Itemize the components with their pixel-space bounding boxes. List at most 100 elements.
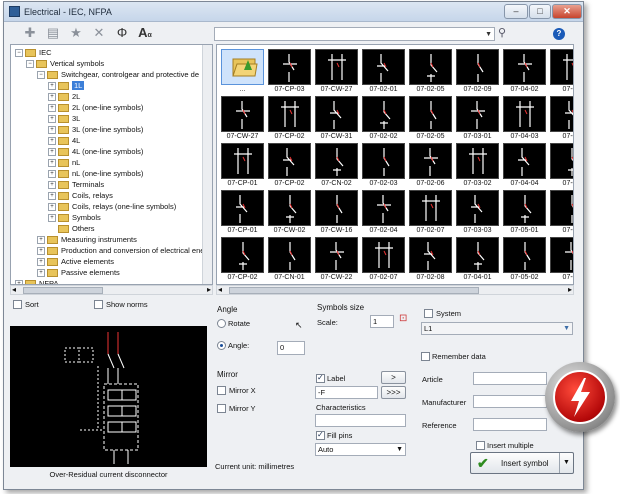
symbol-tile[interactable]: 07-CP-02 [268,143,311,188]
mirror-y-checkbox[interactable] [217,404,226,413]
chevron-down-icon[interactable]: ▼ [396,444,403,456]
tree-node[interactable]: +2L (one-line symbols) [48,102,143,113]
grid-scroll-thumb[interactable] [229,287,479,294]
tree-node[interactable]: − Switchgear, controlgear and protective … [37,69,199,80]
symbol-tile[interactable]: 07-02-01 [362,49,405,94]
scroll-right-icon[interactable]: ▸ [568,285,572,294]
tree-node[interactable]: + nL (one-line symbols) [48,168,143,179]
collapse-icon[interactable]: − [15,49,23,58]
tree-node[interactable]: + Measuring instruments [37,234,137,245]
symbol-tile[interactable]: 07-04-01 [456,237,499,282]
expand-icon[interactable]: + [48,126,56,135]
expand-icon[interactable]: + [48,137,56,146]
expand-icon[interactable]: + [37,269,45,278]
symbol-tile[interactable]: 07-CW-16 [315,190,358,235]
help-icon[interactable]: ? [553,28,565,40]
label-next-button[interactable]: > [381,371,406,384]
symbol-tile[interactable]: 07-02-04 [362,190,405,235]
remember-data-checkbox[interactable] [421,352,430,361]
pin-mode-select[interactable]: Auto ▼ [315,443,406,456]
tree-node[interactable]: + nL [48,157,80,168]
reference-input[interactable] [473,418,547,431]
expand-icon[interactable]: + [48,115,56,124]
symbol-tile[interactable]: 07-04-03 [503,96,546,141]
fill-pins-checkbox[interactable] [316,430,325,440]
article-input[interactable] [473,372,547,385]
symbol-tile[interactable]: 07-CW-22 [315,237,358,282]
chevron-down-icon[interactable]: ▼ [485,28,492,41]
symbol-tile[interactable]: 07-05 [550,96,573,141]
symbol-tile[interactable]: 07-02-05 [409,96,452,141]
symbol-tile[interactable]: 07-CP-02 [268,96,311,141]
tree-node[interactable]: + Symbols [48,212,101,223]
tree-node[interactable]: +3L [48,113,80,124]
scroll-left-icon[interactable]: ◂ [218,285,222,294]
symbol-tile[interactable]: 07-02-07 [409,190,452,235]
show-norms-checkbox[interactable] [94,300,103,309]
expand-icon[interactable]: + [48,203,56,212]
symbol-tile[interactable]: 07-CW-27 [221,96,264,141]
tree-node[interactable]: + Passive elements [37,267,120,278]
symbol-tile[interactable]: 07-02-03 [362,143,405,188]
category-tree[interactable]: − IEC − Vertical symbols − Switchgear, contro… [10,44,213,285]
label-increment-button[interactable]: >>> [381,386,406,399]
label-checkbox[interactable] [316,373,325,383]
maximize-button[interactable]: □ [529,4,551,19]
insert-multiple-checkbox[interactable] [476,441,485,450]
symbol-tile[interactable]: 07-03-01 [456,96,499,141]
symbol-tile[interactable]: 07-02-07 [362,237,405,282]
symbol-tile[interactable]: 07-05-01 [503,190,546,235]
tree-node[interactable]: + Terminals [48,179,104,190]
symbol-tile[interactable]: 07-06 [550,237,573,282]
characteristics-input[interactable] [315,414,406,427]
tree-node[interactable]: Others [48,223,95,234]
symbol-tile[interactable]: 07-02-02 [362,96,405,141]
tree-node[interactable]: +1L [48,80,85,91]
expand-icon[interactable]: + [37,247,45,256]
search-icon[interactable]: ⚲ [498,26,506,39]
symbol-tile[interactable]: 07-05 [550,49,573,94]
minimize-button[interactable]: – [504,4,528,19]
scale-input[interactable]: 1 [370,315,394,328]
sort-checkbox[interactable] [13,300,22,309]
symbol-tile[interactable]: 07-05-02 [503,237,546,282]
symbol-tile[interactable]: 07-03-02 [456,143,499,188]
system-checkbox[interactable] [424,309,433,318]
system-select[interactable]: L1 ▼ [421,322,573,335]
symbol-tile[interactable]: 07-CP-02 [221,237,264,282]
symbol-tile[interactable]: 07-04-04 [503,143,546,188]
rotate-radio[interactable] [217,319,226,328]
symbol-tile[interactable]: 07-CN-02 [315,143,358,188]
expand-icon[interactable]: + [48,159,56,168]
symbol-tile[interactable]: 07-02-06 [409,143,452,188]
expand-icon[interactable]: + [48,93,56,102]
symbol-tile[interactable]: 07-CP-01 [221,190,264,235]
expand-icon[interactable]: + [48,82,56,91]
expand-icon[interactable]: + [48,170,56,179]
delete-icon[interactable]: ✕ [91,25,107,41]
insert-symbol-button[interactable]: ✔ Insert symbol ▼ [470,452,574,474]
symbol-tile[interactable]: 07-02-05 [409,49,452,94]
collapse-icon[interactable]: − [26,60,34,69]
tree-node[interactable]: + Coils, relays [48,190,113,201]
grid-horizontal-scrollbar[interactable]: ◂ ▸ [216,285,574,295]
symbol-tile[interactable]: 07-05 [550,190,573,235]
tree-node[interactable]: +2L [48,91,80,102]
symbol-tile[interactable]: 07-02-08 [409,237,452,282]
tree-scroll-thumb[interactable] [23,287,103,294]
expand-icon[interactable]: + [37,258,45,267]
symbol-tile[interactable]: 07-05 [550,143,573,188]
tree-vertical-scrollbar[interactable] [202,45,212,284]
close-button[interactable]: ✕ [552,4,582,19]
symbol-tile[interactable]: 07-03-03 [456,190,499,235]
symbol-tile[interactable]: ... [221,49,264,94]
symbol-tile[interactable]: 07-CW-31 [315,96,358,141]
tree-horizontal-scrollbar[interactable]: ◂ ▸ [10,285,213,295]
collapse-icon[interactable]: − [37,71,45,80]
favorite-icon[interactable]: ★ [68,25,84,41]
tree-node[interactable]: + Coils, relays (one-line symbols) [48,201,176,212]
chevron-down-icon[interactable]: ▼ [559,453,573,473]
edit-icon[interactable]: ▤ [45,25,61,41]
symbol-tile[interactable]: 07-04-02 [503,49,546,94]
symbol-tile[interactable]: 07-CP-01 [221,143,264,188]
